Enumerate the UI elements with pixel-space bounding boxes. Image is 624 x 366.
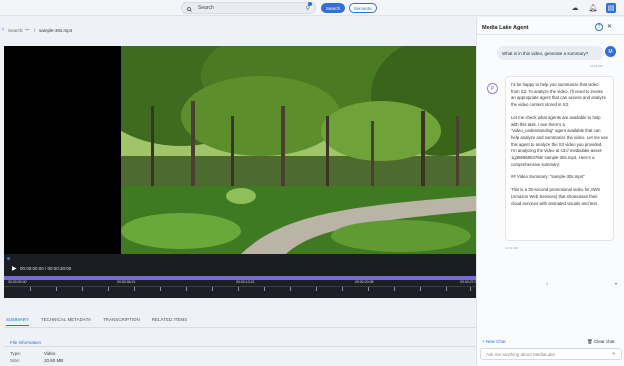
back-chevron-icon[interactable]: ‹ (2, 27, 4, 33)
search-button[interactable]: Search (321, 3, 345, 13)
tabs-divider (4, 327, 476, 328)
timeline-label: 00:00:20:08 (355, 280, 374, 284)
search-input[interactable]: Search (198, 5, 214, 11)
breadcrumb-current: sample-30s.mp4 (38, 27, 73, 33)
file-type-key: Type: (10, 351, 22, 356)
chat-input[interactable]: Ask me anything about MediaLake ➤ (480, 348, 622, 360)
clear-chat-button[interactable]: 🗑︎ Clear chat (587, 339, 614, 345)
new-chat-label: New Chat (485, 339, 506, 344)
search-icon (187, 0, 192, 17)
chat-marker: 0 (546, 281, 549, 286)
panel-title: Media Lake Agent (482, 25, 529, 31)
time-display: 00:00:00:00 / 00:00:30:00 (20, 266, 72, 271)
tab-transcription[interactable]: TRANSCRIPTION (103, 317, 140, 326)
video-frame (121, 46, 476, 254)
timeline-label: 00:00:13:21 (236, 280, 255, 284)
top-icons: ☁ 🔔︎ ▤ (570, 3, 616, 13)
semantic-toggle-button[interactable]: Semantic (349, 3, 377, 13)
agent-paragraph: This is a 30-second promotional video fo… (511, 187, 601, 206)
send-icon[interactable]: ➤ (612, 351, 616, 357)
tab-related-items[interactable]: RELATED ITEMS (152, 317, 187, 326)
filter-icon[interactable]: ⚲ (306, 5, 310, 12)
timeline-label: 00:00:00:00 (8, 280, 27, 284)
scroll-down-icon[interactable]: ▾ (615, 281, 617, 286)
file-type-row: Type: Video (10, 351, 55, 356)
agent-paragraph: Let me check what agents are available t… (511, 114, 608, 167)
file-information-heading: File Information (10, 340, 42, 345)
user-avatar: M (605, 46, 616, 57)
new-chat-button[interactable]: + New Chat (482, 339, 506, 344)
agent-timestamp: 11:13 AM (505, 246, 518, 250)
breadcrumb-search[interactable]: Search: "*" (8, 28, 30, 33)
trash-icon: 🗑︎ (587, 339, 594, 344)
progress-indicator[interactable] (7, 257, 10, 260)
timeline[interactable]: 00:00:00:00 00:00:06:21 00:00:13:21 00:0… (4, 276, 479, 298)
chat-input-placeholder: Ask me anything about MediaLake (486, 351, 556, 357)
file-info-divider (4, 346, 476, 347)
timeline-ticks (4, 286, 476, 294)
filter-badge (308, 2, 312, 6)
player-controls: ▶ 00:00:00:00 / 00:00:30:00 (4, 254, 476, 276)
file-size-row: Size: 20.60 MB (10, 358, 63, 363)
chat-icon[interactable]: ▤ (606, 3, 616, 13)
video-player[interactable] (4, 46, 476, 254)
cloud-upload-icon[interactable]: ☁ (570, 3, 580, 13)
agent-paragraph: I'd be happy to help you summarize that … (511, 82, 607, 108)
file-size-key: Size: (10, 358, 21, 363)
top-bar: Search ⚲ Search Semantic ☁ 🔔︎ ▤ (0, 0, 624, 16)
file-type-value: Video (44, 351, 56, 356)
file-size-value: 20.60 MB (44, 358, 64, 363)
agent-chat-panel: Media Lake Agent ? ✕ What is in this vid… (476, 17, 624, 366)
tab-technical-metadata[interactable]: TECHNICAL METADATA (41, 317, 91, 326)
user-timestamp: 11:12 AM (590, 64, 603, 68)
timeline-label: 00:00:06:21 (117, 280, 136, 284)
tab-summary[interactable]: SUMMARY (6, 317, 29, 326)
agent-message: I'd be happy to help you summarize that … (505, 76, 614, 241)
bell-icon[interactable]: 🔔︎ (588, 3, 598, 13)
play-icon[interactable]: ▶ (12, 265, 17, 272)
panel-divider (477, 34, 624, 35)
agent-avatar: P (487, 83, 498, 94)
clear-chat-label: Clear chat (593, 339, 615, 344)
user-message: What is in this video, generate a summar… (497, 46, 604, 60)
help-icon[interactable]: ? (595, 23, 603, 31)
breadcrumb-separator: / (33, 27, 35, 33)
breadcrumb: ‹ Search: "*" / sample-30s.mp4 (2, 27, 72, 33)
search-box[interactable]: Search ⚲ (181, 2, 316, 14)
agent-paragraph: ## Video Summary: "sample-30s.mp4" (511, 174, 585, 180)
close-icon[interactable]: ✕ (607, 23, 612, 30)
detail-tabs: SUMMARY TECHNICAL METADATA TRANSCRIPTION… (6, 317, 187, 326)
